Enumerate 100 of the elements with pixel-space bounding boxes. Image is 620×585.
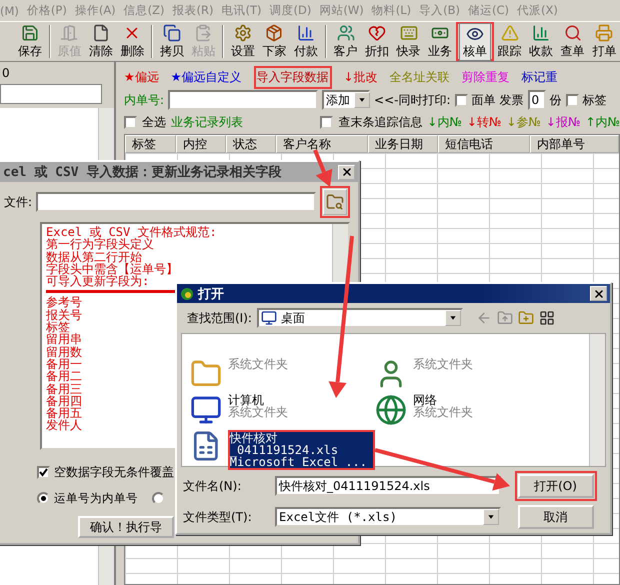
toolbar-button[interactable]: 设置 [227,22,259,61]
toolbar-button[interactable]: 收款 [525,22,557,61]
checkbox[interactable] [37,466,50,478]
mode-select[interactable]: 添加 [322,90,370,110]
note-line: 备用二 [46,370,82,383]
list-title: 业务记录列表 [171,114,243,130]
door-icon [60,24,78,42]
input-field[interactable] [0,84,102,104]
toolbar-button[interactable]: 业务 [424,22,456,61]
toolbar-button[interactable]: 客户 [330,22,362,61]
select-value: Excel文件 (*.xls) [279,508,397,526]
desktop-icon [260,310,277,326]
toolbar-button[interactable]: 折扣 [361,22,393,61]
column-header[interactable]: 客户名称 [276,135,368,153]
toolbar-button[interactable]: 保存 [14,22,46,61]
field-label: 文件名(N): [183,478,242,494]
note-line: 可导入更新字段为: [46,275,150,288]
column-header[interactable]: 标签 [125,135,176,153]
close-icon [340,166,352,178]
warning-icon [500,24,519,42]
cancel-button[interactable]: 取消 [518,505,594,529]
globe-icon [375,394,407,426]
toolbar-button[interactable]: 跟踪 [494,22,526,61]
column-header[interactable]: 业务日期 [368,135,438,153]
chart-icon [532,24,550,42]
toolbar-button[interactable]: 删除 [116,22,148,61]
column-header[interactable]: 状态 [226,135,276,153]
checkbox[interactable] [566,94,579,106]
radio-label: 运单号为内单号 [54,490,138,506]
file-icon [92,24,110,42]
radio-button[interactable] [37,492,50,504]
file-name: 网络 [413,394,437,406]
note-line: 备用五 [46,407,82,420]
panel-header: 0 [1,66,11,82]
field-label: 文件类型(T): [183,508,253,526]
scrollbar[interactable] [589,334,605,466]
settings-icon [234,24,252,42]
column-header[interactable]: 内部单号 [530,135,619,153]
note-line: 备用四 [46,394,82,408]
toolbar-button[interactable]: 拷贝 [156,22,188,61]
new-folder-icon[interactable] [518,310,534,326]
checkbox-label: 查末条追踪信息 [338,114,422,130]
field-label: 查找范围(I): [187,310,252,327]
toolbar-button[interactable]: 下家 [258,22,290,61]
package-icon [265,24,284,42]
file-type-select[interactable]: Excel文件 (*.xls) [275,507,501,527]
back-icon[interactable] [476,310,492,326]
note-line: 备用一 [46,358,82,370]
file-item[interactable]: 网络 系统文件夹 [375,394,581,430]
link[interactable]: ★偏远自定义 [170,68,242,86]
count-field[interactable]: 0 [528,90,546,110]
close-button[interactable] [590,286,607,302]
note-line: 留用数 [46,346,82,358]
close-button[interactable] [338,164,355,180]
dropdown-button[interactable] [444,310,461,326]
folder-select[interactable]: 桌面 [256,308,463,328]
printer-icon [595,24,614,42]
view-menu-icon[interactable] [538,310,555,326]
checkbox[interactable] [320,116,334,128]
file-item[interactable]: 计算机 系统文件夹 [190,394,375,430]
field-label: 文件: [4,194,32,210]
file-detail: Microsoft Excel ... [230,456,367,468]
file-item[interactable]: 系统文件夹 [190,358,375,394]
note-line: 留用串 [46,333,82,346]
open-button[interactable]: 打开(O) [518,474,594,498]
toolbar-button[interactable]: 清除 [85,22,117,61]
link[interactable]: 标记重 [522,68,558,86]
dropdown-button[interactable] [483,509,499,525]
computer-icon [190,394,222,426]
toolbar-button[interactable]: 付款 [290,22,322,61]
toolbar-button[interactable]: 打单 [588,22,620,61]
file-name-field[interactable]: 快件核对_0411191524.xls [275,476,501,496]
note-line: 数据从第二行开始 [46,250,142,263]
column-header[interactable]: 内控 [176,135,226,153]
file-field[interactable] [36,192,316,212]
link[interactable]: 导入字段数据 [256,68,329,86]
broken-heart-icon [368,24,386,42]
checkbox-label: 全选 [142,114,166,130]
dropdown-button[interactable] [354,92,370,108]
search-icon [564,24,582,42]
toolbar-button[interactable]: 快录 [392,22,424,61]
app-icon [180,286,194,301]
field-label: 发票 [500,92,524,108]
toolbar-button[interactable]: 查单 [556,22,588,61]
window-title: cel 或 CSV 导入数据：更新业务记录相关字段 [3,164,282,181]
unit-label: 份 [550,92,562,108]
checkbox[interactable] [454,94,468,106]
note-line: 报关号 [46,308,82,322]
clipboard-icon [194,24,212,42]
confirm-button[interactable]: 确认！执行导 [78,516,174,538]
checkbox[interactable] [124,116,137,128]
file-type: 系统文件夹 [228,358,288,370]
radio-button[interactable] [152,492,165,504]
note-line: 第一行为字段头定义 [46,238,154,251]
folder-up-icon[interactable] [496,310,513,326]
folder-search-icon [326,193,344,211]
column-header[interactable]: 短信电话 [438,135,530,153]
toolbar-button[interactable]: 核单 [458,22,491,60]
users-icon [336,24,355,42]
file-item[interactable]: 系统文件夹 [375,358,581,394]
